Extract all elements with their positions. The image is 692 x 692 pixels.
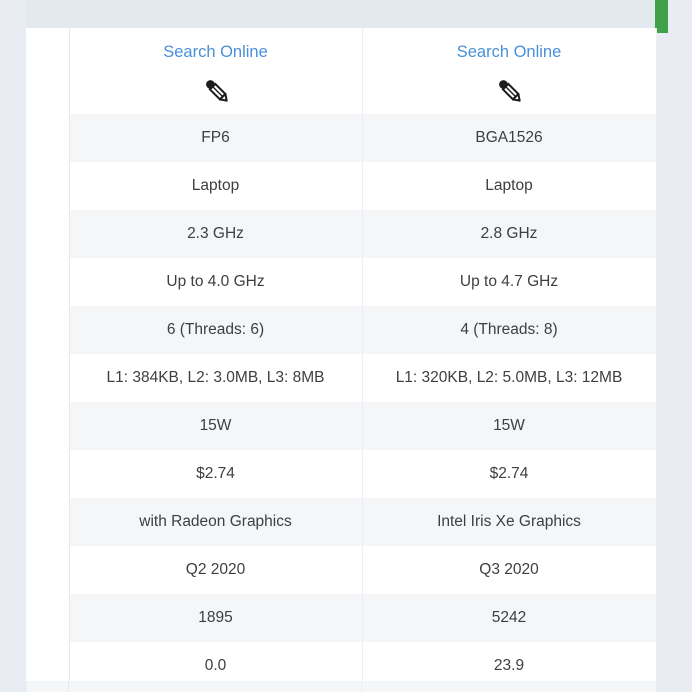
cell-value: 23.9 xyxy=(493,656,525,674)
search-online-link-cpu-b[interactable]: Search Online xyxy=(367,43,652,61)
cpu-a-cell: with Radeon Graphics xyxy=(68,498,363,546)
cpu-b-cell: $2.74 xyxy=(361,450,657,498)
edit-button-cpu-b[interactable] xyxy=(367,73,652,107)
cell-value: Q2 2020 xyxy=(185,560,246,578)
row-label-cell xyxy=(26,354,70,402)
table-header-band xyxy=(26,0,656,28)
scroll-position-indicator[interactable] xyxy=(655,0,668,33)
cell-value: 5242 xyxy=(491,608,527,626)
cpu-a-cell: 2.3 GHz xyxy=(68,210,363,258)
row-label-cell xyxy=(26,28,70,114)
cpu-b-cell: 15W xyxy=(361,402,657,450)
cpu-b-cell: 4 (Threads: 8) xyxy=(361,306,657,354)
cpu-a-cell: Up to 4.0 GHz xyxy=(68,258,363,306)
cpu-a-cell: 15W xyxy=(68,402,363,450)
table-row: 1895 5242 xyxy=(26,594,657,642)
cpu-a-cell: Search Online xyxy=(68,28,363,114)
column-divider-label xyxy=(68,681,69,692)
table-row-partial xyxy=(26,681,656,692)
table-row: Search Online Search Online xyxy=(26,28,657,114)
cell-value: Q3 2020 xyxy=(479,560,539,578)
table-row: $2.74 $2.74 xyxy=(26,450,657,498)
search-online-link-cpu-a[interactable]: Search Online xyxy=(74,43,358,61)
cpu-b-cell: Laptop xyxy=(361,162,657,210)
cpu-a-cell: $2.74 xyxy=(68,450,363,498)
cell-value: 6 (Threads: 6) xyxy=(166,320,265,338)
row-label-cell xyxy=(26,450,70,498)
cell-value: Up to 4.7 GHz xyxy=(459,272,559,290)
table-row: Up to 4.0 GHz Up to 4.7 GHz xyxy=(26,258,657,306)
cell-value: with Radeon Graphics xyxy=(139,512,292,530)
cell-value: L1: 320KB, L2: 5.0MB, L3: 12MB xyxy=(395,368,623,386)
cell-value: 4 (Threads: 8) xyxy=(460,320,558,338)
cell-value: 2.8 GHz xyxy=(480,224,538,242)
table-row: Q2 2020 Q3 2020 xyxy=(26,546,657,594)
row-label-cell xyxy=(26,546,70,594)
edit-button-cpu-a[interactable] xyxy=(74,73,358,107)
row-label-cell xyxy=(26,162,70,210)
page-root: Search Online Search Online FP6 BGA1526 Lapt… xyxy=(0,0,692,692)
cpu-a-cell: 1895 xyxy=(68,594,363,642)
cpu-a-cell: Q2 2020 xyxy=(68,546,363,594)
cell-value: 0.0 xyxy=(204,656,227,674)
cell-value: Up to 4.0 GHz xyxy=(166,272,265,290)
table-row: FP6 BGA1526 xyxy=(26,114,657,162)
row-label-cell xyxy=(26,498,70,546)
cell-value: $2.74 xyxy=(489,464,529,482)
table-row: with Radeon Graphics Intel Iris Xe Graphi… xyxy=(26,498,657,546)
table-row: L1: 384KB, L2: 3.0MB, L3: 8MB L1: 320KB, … xyxy=(26,354,657,402)
cell-value: Laptop xyxy=(485,176,533,194)
cpu-b-cell: 5242 xyxy=(361,594,657,642)
cell-value: 15W xyxy=(199,416,232,434)
cell-value: Laptop xyxy=(191,176,240,194)
cpu-b-cell: 2.8 GHz xyxy=(361,210,657,258)
cpu-a-cell: FP6 xyxy=(68,114,363,162)
row-label-cell xyxy=(26,594,70,642)
cpu-comparison-table: Search Online Search Online FP6 BGA1526 Lapt… xyxy=(26,28,657,690)
cpu-a-cell: 6 (Threads: 6) xyxy=(68,306,363,354)
cpu-b-cell: Up to 4.7 GHz xyxy=(361,258,657,306)
column-divider-cpu xyxy=(361,681,362,692)
cell-value: FP6 xyxy=(201,128,230,146)
table-row: Laptop Laptop xyxy=(26,162,657,210)
cell-value: BGA1526 xyxy=(475,128,543,146)
pencil-icon[interactable] xyxy=(492,73,526,107)
row-label-cell xyxy=(26,402,70,450)
cpu-b-cell: L1: 320KB, L2: 5.0MB, L3: 12MB xyxy=(361,354,657,402)
cpu-b-cell: BGA1526 xyxy=(361,114,657,162)
row-label-cell xyxy=(26,258,70,306)
cpu-a-cell: L1: 384KB, L2: 3.0MB, L3: 8MB xyxy=(68,354,363,402)
cell-value: L1: 384KB, L2: 3.0MB, L3: 8MB xyxy=(106,368,325,386)
cell-value: 1895 xyxy=(198,608,233,626)
cpu-b-cell: Intel Iris Xe Graphics xyxy=(361,498,657,546)
table-row: 6 (Threads: 6) 4 (Threads: 8) xyxy=(26,306,657,354)
row-label-cell xyxy=(26,210,70,258)
table-row: 15W 15W xyxy=(26,402,657,450)
cpu-b-cell: Q3 2020 xyxy=(361,546,657,594)
cell-value: 15W xyxy=(493,416,525,434)
table-body: Search Online Search Online FP6 BGA1526 Lapt… xyxy=(26,28,657,690)
row-label-cell xyxy=(26,114,70,162)
table-row: 2.3 GHz 2.8 GHz xyxy=(26,210,657,258)
cell-value: Intel Iris Xe Graphics xyxy=(437,512,581,530)
row-label-cell xyxy=(26,306,70,354)
cpu-b-cell: Search Online xyxy=(361,28,657,114)
cpu-a-cell: Laptop xyxy=(68,162,363,210)
cell-value: 2.3 GHz xyxy=(187,224,244,242)
pencil-icon[interactable] xyxy=(199,73,233,107)
cell-value: $2.74 xyxy=(196,464,235,482)
